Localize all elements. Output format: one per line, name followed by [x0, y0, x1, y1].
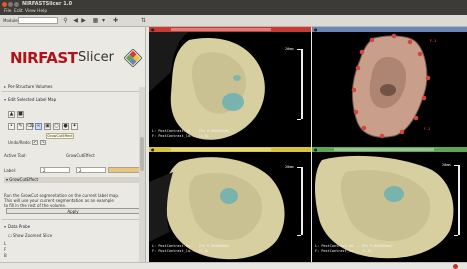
- apply-button[interactable]: Apply: [6, 208, 140, 214]
- probe-line-l: L: [4, 241, 7, 246]
- back-icon[interactable]: ◀: [72, 17, 79, 24]
- menu-help[interactable]: Help: [37, 8, 47, 15]
- fiducial-label-2: F-2: [424, 127, 431, 131]
- draw-tool-icon[interactable]: ✎: [17, 123, 24, 130]
- module-selector[interactable]: [18, 17, 58, 24]
- divider: [2, 219, 142, 220]
- select-tool-icon[interactable]: ▲: [8, 111, 15, 118]
- section-title: Per-Structure Volumes: [8, 84, 53, 89]
- tool-tooltip: GrowCutEffect: [46, 133, 74, 139]
- green-slice-view[interactable]: ● 20mm L: PostContrast.hd... (Fo 9.00000…: [312, 147, 467, 262]
- ruler-label: 20mm: [442, 163, 451, 167]
- menu-edit[interactable]: Edit: [14, 8, 23, 15]
- section-title: GrowCutEffect: [9, 177, 39, 182]
- divider: [2, 91, 142, 92]
- ruler-tick: [297, 167, 301, 168]
- menu-file[interactable]: File: [4, 8, 12, 15]
- ruler-tick: [454, 165, 458, 166]
- layout-dropdown-icon[interactable]: ▾: [100, 17, 107, 24]
- paint-tool-icon[interactable]: •: [8, 123, 15, 130]
- status-bar: [0, 262, 467, 269]
- menu-bar: File Edit View Help: [0, 8, 467, 15]
- slice-label-1: L: PostContrast.hd... (Fo 9.000000mm): [152, 129, 230, 133]
- 3d-model: [351, 33, 431, 139]
- data-probe-section[interactable]: ▾ Data Probe: [4, 224, 142, 230]
- scale-ruler: [301, 49, 303, 119]
- section-title: Edit Selected Label Map: [8, 97, 57, 102]
- active-tool-value: GrowCutEffect: [66, 153, 95, 158]
- logo-text-nirfast: NIRFAST: [10, 49, 78, 67]
- probe-line-f: F: [4, 247, 7, 252]
- ruler-tick: [297, 119, 301, 120]
- scale-ruler: [458, 165, 460, 235]
- forward-icon[interactable]: ▶: [80, 17, 87, 24]
- panel-scrollbar[interactable]: [139, 87, 145, 267]
- threshold-tool-icon[interactable]: ▣: [44, 123, 51, 130]
- island-tool-icon[interactable]: ●: [62, 123, 69, 130]
- fiducial-label-1: F-1: [430, 39, 437, 43]
- slice-label-1: L: PostContrast.hd... (Fo 9.000000mm): [152, 244, 230, 248]
- slice-label-2: F: PostContrast_la... (1.0): [152, 134, 209, 138]
- window-title: NIRFASTSlicer 1.0: [22, 1, 73, 7]
- label-label: Label:: [4, 168, 17, 173]
- slice-offset-slider[interactable]: [171, 28, 271, 31]
- per-structure-section[interactable]: ▸ Per-Structure Volumes: [4, 84, 142, 90]
- default-tool-icon[interactable]: ■: [17, 111, 24, 118]
- ruler-tick: [454, 235, 458, 236]
- panel-scrollbar-thumb[interactable]: [140, 137, 144, 171]
- app-window: NIRFASTSlicer 1.0 File Edit View Help Mo…: [0, 0, 467, 269]
- section-title: Data Probe: [8, 224, 31, 229]
- probe-line-b: B: [4, 253, 7, 258]
- edit-tool-palette: • ✎ ⌫ ∞ ▣ ○ ● ✦: [8, 123, 78, 131]
- module-panel: NIRFAST Slicer ▸ Per-Structure Volumes ▾ E…: [0, 27, 146, 269]
- menu-view[interactable]: View: [25, 8, 36, 15]
- show-zoomed-checkbox[interactable]: ☐ Show Zoomed Slice: [8, 233, 52, 238]
- slice-label-2: F: PostContrast_la... (1.0): [152, 249, 209, 253]
- level-tracing-tool-icon[interactable]: ○: [53, 123, 60, 130]
- scale-ruler: [301, 167, 303, 235]
- undo-redo-label: Undo/Redo:: [8, 140, 32, 145]
- error-log-icon[interactable]: [453, 264, 458, 269]
- wand-tool-icon[interactable]: ✦: [71, 123, 78, 130]
- slicer-diamond-icon: [124, 49, 142, 67]
- label-value-field[interactable]: 2: [40, 167, 70, 173]
- slice-label-2: F: PostContrast_la... (1.0): [315, 249, 372, 253]
- label-color-swatch[interactable]: [108, 167, 140, 173]
- erase-tool-icon[interactable]: ⌫: [26, 123, 34, 130]
- redo-icon[interactable]: ↷: [40, 140, 46, 145]
- mouse-mode-icon[interactable]: ⇅: [140, 17, 147, 24]
- title-bar: NIRFASTSlicer 1.0: [0, 0, 467, 8]
- label-value-field-2[interactable]: 2: [76, 167, 106, 173]
- ruler-tick: [297, 235, 301, 236]
- edit-label-map-section[interactable]: ▾ Edit Selected Label Map: [4, 97, 142, 103]
- growcut-options-section[interactable]: ▾ GrowCutEffect: [4, 177, 142, 183]
- minimize-window-button[interactable]: [8, 1, 13, 7]
- red-slice-view[interactable]: ● 20mm L: PostContrast.hd... (Fo 9.00000…: [149, 27, 311, 147]
- logo-text-slicer: Slicer: [78, 50, 114, 65]
- ruler-label: 20mm: [285, 47, 294, 51]
- toolbar: Modules: ⚲ ◀ ▶ ▦ ▾ ✚ ⇅: [0, 15, 467, 27]
- yellow-slice-view[interactable]: ● 20mm L: PostContrast.hd... (Fo 9.00000…: [149, 147, 311, 262]
- slice-offset-slider[interactable]: [334, 148, 434, 151]
- undo-icon[interactable]: ↶: [32, 140, 38, 145]
- crosshair-icon[interactable]: ✚: [112, 17, 119, 24]
- maximize-window-button[interactable]: [14, 1, 19, 7]
- active-tool-label: Active Tool:: [4, 153, 27, 158]
- layout-icon[interactable]: ▦: [92, 17, 99, 24]
- close-window-button[interactable]: [2, 1, 7, 7]
- slice-offset-slider[interactable]: [171, 148, 271, 151]
- 3d-view[interactable]: ● F-1 F-2: [312, 27, 467, 147]
- search-icon[interactable]: ⚲: [62, 17, 69, 24]
- show-zoomed-label: Show Zoomed Slice: [12, 233, 53, 238]
- growcut-tool-icon[interactable]: ∞: [35, 123, 42, 130]
- slice-label-1: L: PostContrast.hd... (Fo 9.000000mm): [315, 244, 393, 248]
- ruler-tick: [297, 49, 301, 50]
- ruler-label: 20mm: [285, 165, 294, 169]
